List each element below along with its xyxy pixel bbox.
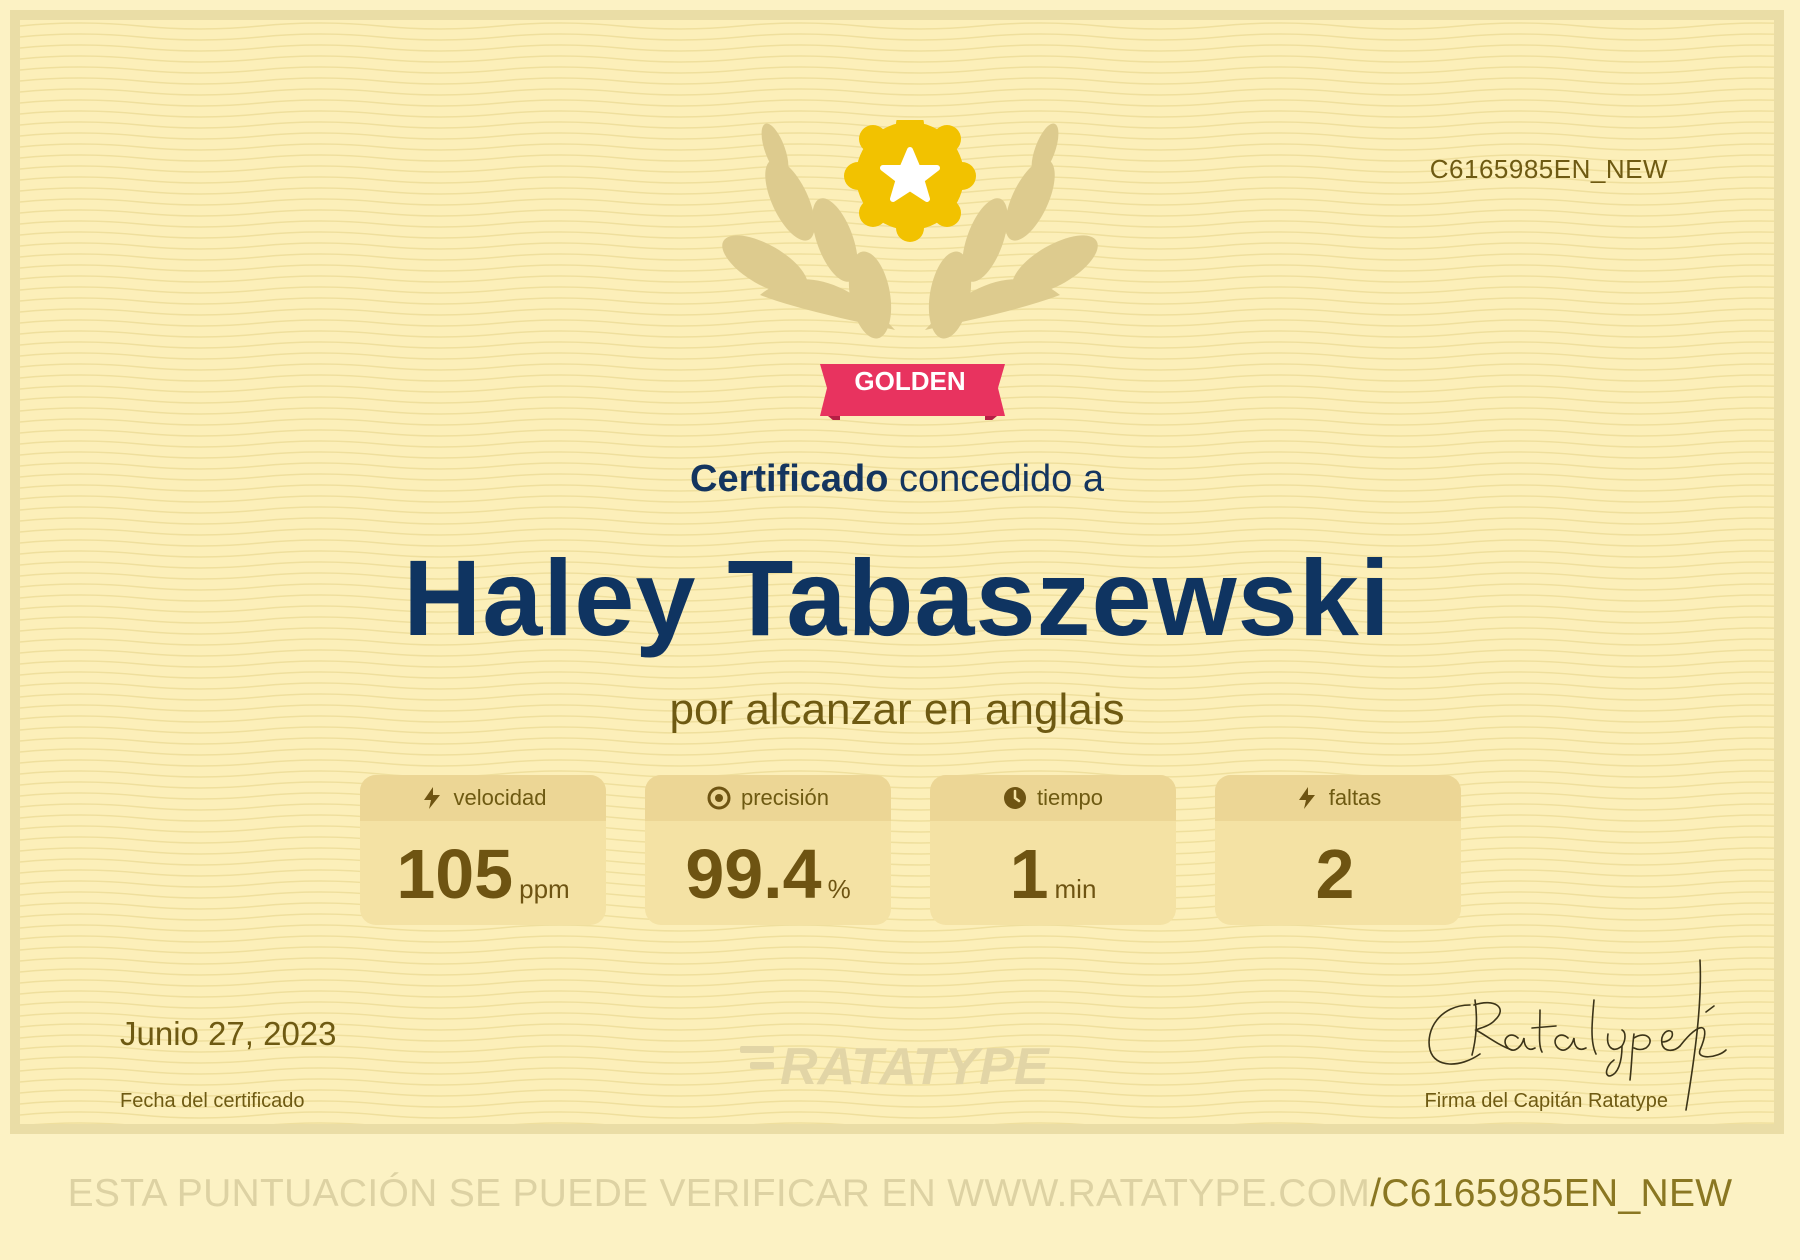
stat-unit: ppm: [519, 874, 570, 904]
stat-body: 2: [1215, 821, 1461, 925]
certificate: C6165985EN_NEW GOLDEN Certificado conced…: [10, 10, 1784, 1134]
stat-value: 105: [396, 835, 514, 913]
verification-text: ESTA PUNTUACIÓN SE PUEDE VERIFICAR EN WW…: [67, 1172, 1371, 1215]
certificate-date: Junio 27, 2023: [120, 1015, 337, 1052]
stat-card-speed: velocidad 105 ppm: [360, 775, 606, 925]
lightning-icon: [423, 787, 440, 809]
stat-body: 99.4 %: [645, 821, 891, 925]
achievement-subtitle: por alcanzar en anglais: [669, 685, 1125, 734]
verification-footer: ESTA PUNTUACIÓN SE PUEDE VERIFICAR EN WW…: [0, 1172, 1800, 1216]
stat-unit: %: [827, 874, 851, 904]
title-bold: Certificado: [690, 458, 889, 500]
stat-header: faltas: [1215, 775, 1461, 821]
certificate-id: C6165985EN_NEW: [1429, 154, 1668, 184]
stat-header: velocidad: [360, 775, 606, 821]
certificate-title: Certificado concedido a: [20, 458, 1774, 501]
stat-label: precisión: [740, 785, 830, 810]
stat-label: velocidad: [453, 785, 547, 810]
stat-value: 1: [1009, 835, 1049, 913]
title-rest: concedido a: [888, 458, 1104, 500]
signature-label: Firma del Capitán Ratatype: [1424, 1090, 1668, 1112]
stat-body: 1 min: [930, 821, 1176, 925]
stat-body: 105 ppm: [360, 821, 606, 925]
lightning-icon: [1298, 787, 1315, 809]
stat-header: tiempo: [930, 775, 1176, 821]
stat-card-errors: faltas 2: [1215, 775, 1461, 925]
verification-link[interactable]: /C6165985EN_NEW: [1370, 1172, 1732, 1215]
stat-label: faltas: [1328, 785, 1382, 810]
stat-unit: min: [1054, 874, 1097, 904]
target-icon: [707, 786, 731, 810]
brand-wordmark: RATATYPE: [780, 1038, 1050, 1096]
ratatype-logo: RATATYPE: [740, 1038, 1050, 1096]
stat-value: 99.4: [685, 835, 822, 913]
stat-value: 2: [1315, 835, 1355, 913]
stat-card-time: tiempo 1 min: [930, 775, 1176, 925]
recipient-name: Haley Tabaszewski: [403, 537, 1391, 658]
clock-icon: [1003, 787, 1026, 809]
golden-badge-label: GOLDEN: [854, 366, 966, 396]
stat-card-accuracy: precisión 99.4 %: [645, 775, 891, 925]
date-label: Fecha del certificado: [120, 1090, 305, 1112]
stat-header: precisión: [645, 775, 891, 821]
stat-label: tiempo: [1036, 785, 1104, 810]
